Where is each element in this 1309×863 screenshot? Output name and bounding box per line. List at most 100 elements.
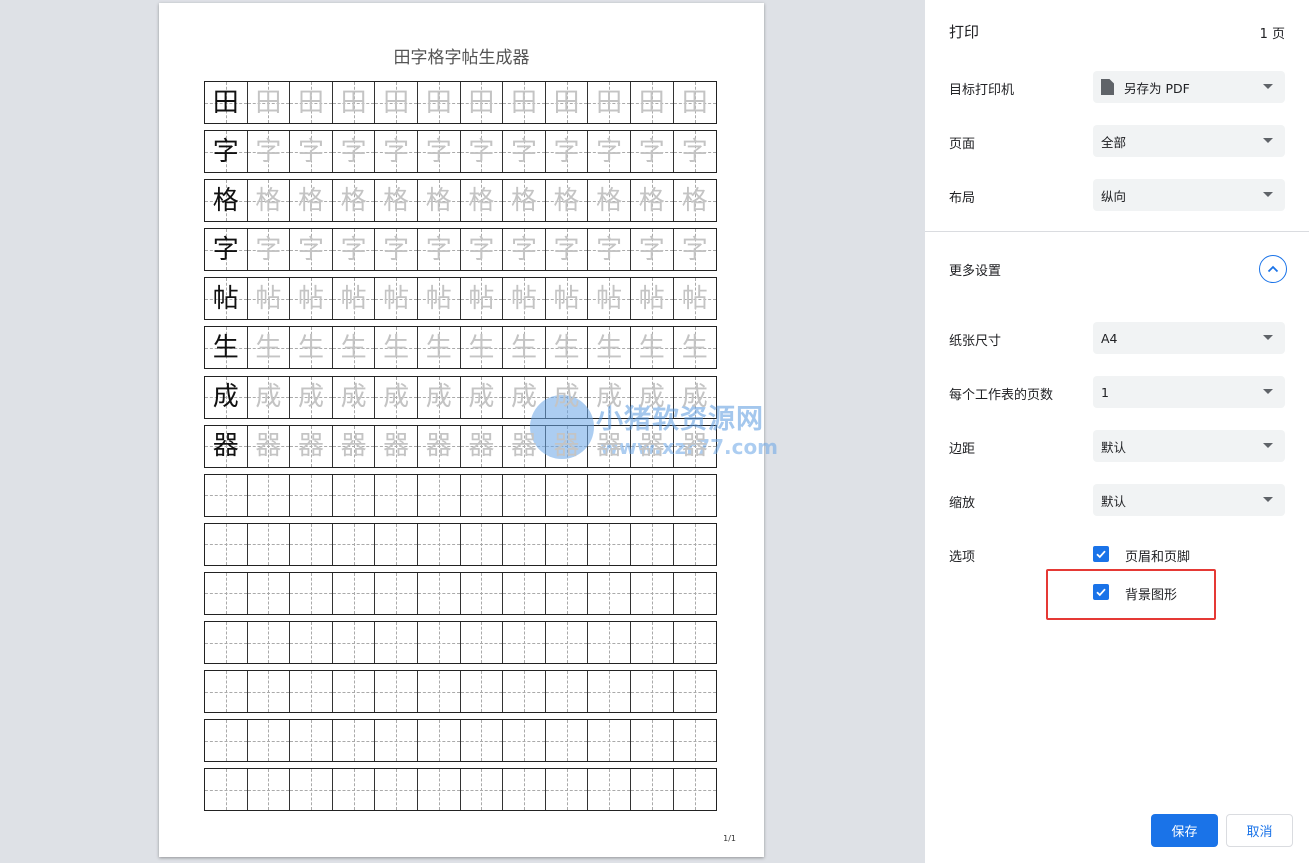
trace-character-cell: 成	[417, 376, 461, 418]
trace-character-cell: 帖	[588, 278, 631, 320]
grid-row	[204, 670, 717, 714]
grid-character: 帖	[255, 283, 282, 314]
blank-cell	[375, 622, 418, 664]
blank-cell	[673, 572, 717, 614]
trace-character-cell: 字	[290, 229, 333, 271]
grid-character: 成	[297, 382, 324, 413]
blank-cell	[588, 622, 631, 664]
destination-select[interactable]: 另存为 PDF	[1093, 71, 1285, 103]
grid-character: 帖	[297, 283, 324, 314]
more-settings-label[interactable]: 更多设置	[949, 260, 1001, 279]
blank-cell	[290, 523, 333, 565]
trace-character-cell: 字	[503, 229, 546, 271]
grid-character: 田	[297, 87, 324, 118]
blank-cell	[545, 720, 589, 762]
grid-row: 格格格格格格格格格格格格	[204, 179, 717, 223]
save-button[interactable]: 保存	[1151, 814, 1218, 847]
trace-character-cell: 字	[545, 131, 589, 173]
trace-character-cell: 成	[247, 376, 291, 418]
scale-select[interactable]: 默认	[1093, 484, 1285, 516]
trace-character-cell: 字	[417, 229, 461, 271]
grid-character: 字	[212, 136, 239, 167]
dropdown-caret-icon	[1263, 84, 1273, 89]
blank-cell	[375, 769, 418, 811]
trace-character-cell: 字	[290, 131, 333, 173]
grid-character: 字	[510, 234, 537, 265]
blank-cell	[545, 474, 589, 516]
trace-character-cell: 字	[673, 229, 717, 271]
blank-cell	[460, 769, 504, 811]
blank-cell	[503, 474, 546, 516]
grid-character: 帖	[425, 283, 452, 314]
grid-character: 帖	[638, 283, 665, 314]
grid-character: 字	[383, 136, 410, 167]
grid-character: 生	[212, 332, 239, 363]
blank-cell	[247, 720, 291, 762]
margins-value: 默认	[1101, 439, 1127, 455]
grid-character: 字	[638, 136, 665, 167]
margins-select[interactable]: 默认	[1093, 430, 1285, 462]
margins-label: 边距	[949, 442, 976, 457]
grid-character: 成	[383, 382, 410, 413]
blank-cell	[417, 523, 461, 565]
grid-row: 成成成成成成成成成成成成	[204, 375, 717, 419]
grid-character: 田	[383, 87, 410, 118]
grid-character: 字	[212, 234, 239, 265]
headers-footers-checkbox[interactable]	[1093, 546, 1109, 562]
paper-size-select[interactable]: A4	[1093, 322, 1285, 354]
blank-cell	[673, 622, 717, 664]
blank-cell	[545, 572, 589, 614]
trace-character-cell: 器	[417, 425, 461, 467]
grid-character: 字	[425, 136, 452, 167]
blank-cell	[247, 523, 291, 565]
tianzige-grid: 田田田田田田田田田田田田字字字字字字字字字字字字格格格格格格格格格格格格字字字字…	[204, 81, 717, 817]
trace-character-cell: 格	[375, 180, 418, 222]
headers-footers-label[interactable]: 页眉和页脚	[1125, 546, 1190, 565]
page-count: 1 页	[1259, 27, 1285, 42]
pages-per-sheet-select[interactable]: 1	[1093, 376, 1285, 408]
file-icon	[1101, 79, 1114, 95]
trace-character-cell: 器	[290, 425, 333, 467]
trace-character-cell: 字	[588, 131, 631, 173]
blank-cell	[375, 474, 418, 516]
blank-cell	[545, 671, 589, 713]
trace-character-cell: 田	[247, 82, 291, 123]
blank-cell	[673, 474, 717, 516]
blank-cell	[205, 572, 248, 614]
grid-character: 格	[553, 185, 580, 216]
model-character-cell: 成	[205, 376, 248, 418]
blank-cell	[332, 474, 376, 516]
trace-character-cell: 字	[247, 131, 291, 173]
grid-character: 格	[212, 185, 239, 216]
layout-value: 纵向	[1101, 188, 1127, 204]
pages-select[interactable]: 全部	[1093, 125, 1285, 157]
trace-character-cell: 器	[630, 425, 674, 467]
grid-character: 田	[596, 87, 623, 118]
grid-character: 田	[212, 87, 239, 118]
paper-size-label: 纸张尺寸	[949, 334, 1002, 349]
preview-page: 田字格字帖生成器 田田田田田田田田田田田田字字字字字字字字字字字字格格格格格格格…	[159, 3, 764, 857]
grid-character: 字	[468, 136, 495, 167]
trace-character-cell: 成	[332, 376, 376, 418]
grid-character: 成	[510, 382, 537, 413]
scale-value: 默认	[1101, 493, 1127, 509]
layout-select[interactable]: 纵向	[1093, 179, 1285, 211]
blank-cell	[503, 523, 546, 565]
grid-character: 器	[340, 431, 367, 462]
print-preview-area: 田字格字帖生成器 田田田田田田田田田田田田字字字字字字字字字字字字格格格格格格格…	[0, 0, 925, 863]
grid-row	[204, 473, 717, 517]
model-character-cell: 生	[205, 327, 248, 369]
trace-character-cell: 成	[503, 376, 546, 418]
more-settings-toggle[interactable]	[1259, 255, 1287, 283]
dropdown-caret-icon	[1263, 138, 1273, 143]
blank-cell	[417, 720, 461, 762]
trace-character-cell: 帖	[290, 278, 333, 320]
blank-cell	[205, 622, 248, 664]
blank-cell	[375, 572, 418, 614]
trace-character-cell: 格	[332, 180, 376, 222]
grid-character: 生	[425, 332, 452, 363]
cancel-button[interactable]: 取消	[1226, 814, 1293, 847]
grid-character: 格	[638, 185, 665, 216]
grid-row	[204, 522, 717, 566]
grid-character: 字	[255, 234, 282, 265]
